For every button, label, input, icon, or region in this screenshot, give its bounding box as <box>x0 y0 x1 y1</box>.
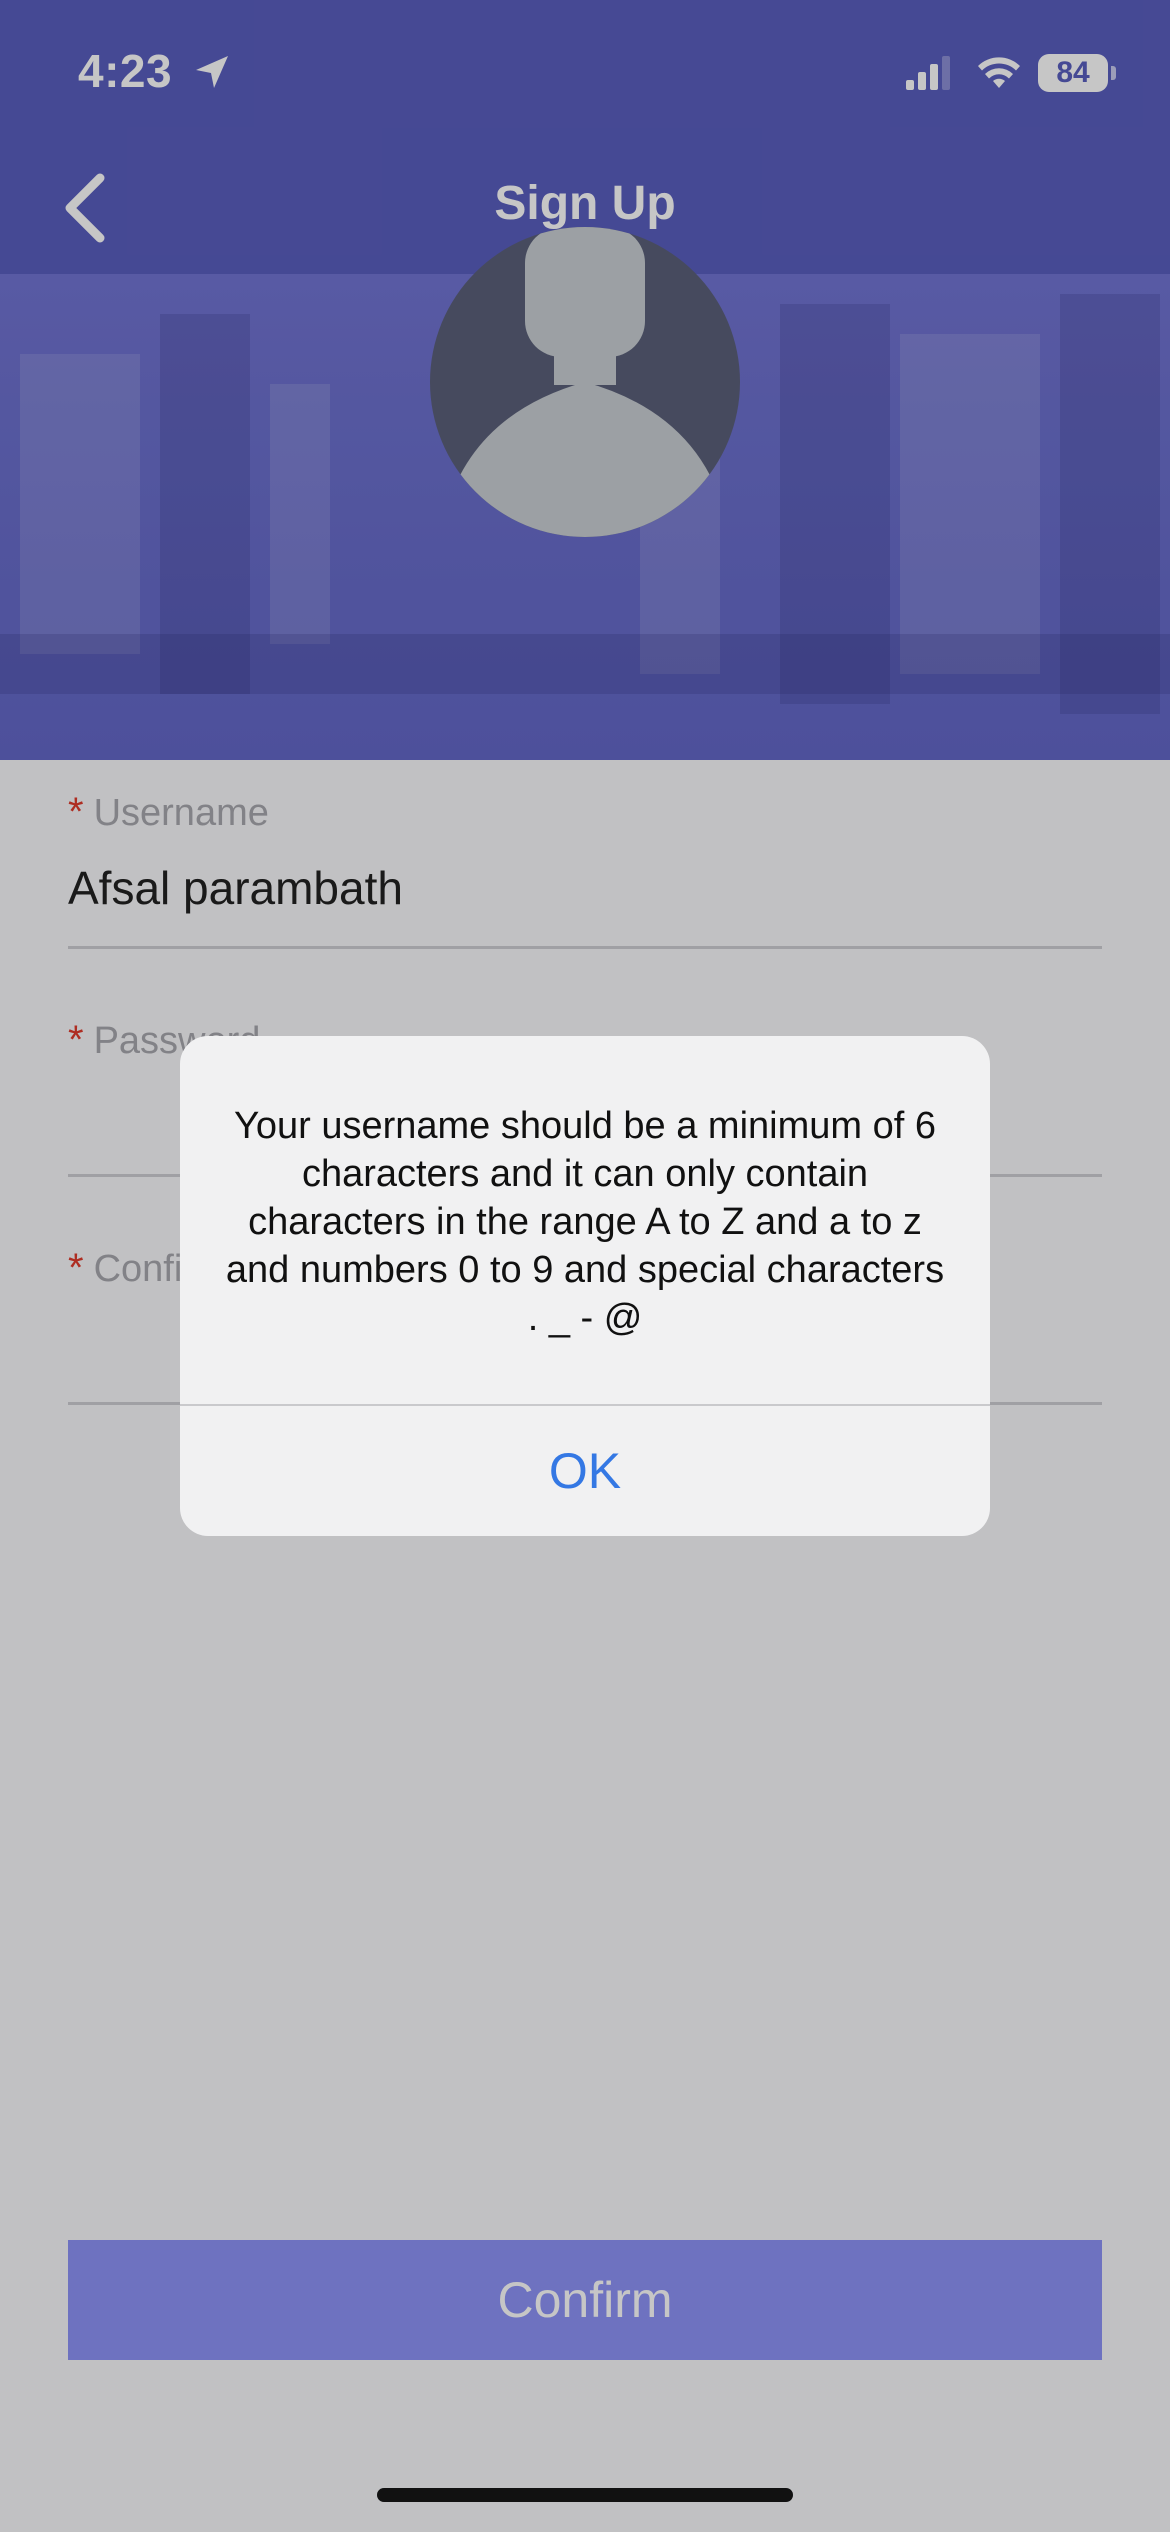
validation-alert: Your username should be a minimum of 6 c… <box>180 1036 990 1536</box>
home-indicator[interactable] <box>377 2488 793 2502</box>
alert-ok-button[interactable]: OK <box>180 1406 990 1536</box>
alert-message: Your username should be a minimum of 6 c… <box>225 1105 945 1339</box>
